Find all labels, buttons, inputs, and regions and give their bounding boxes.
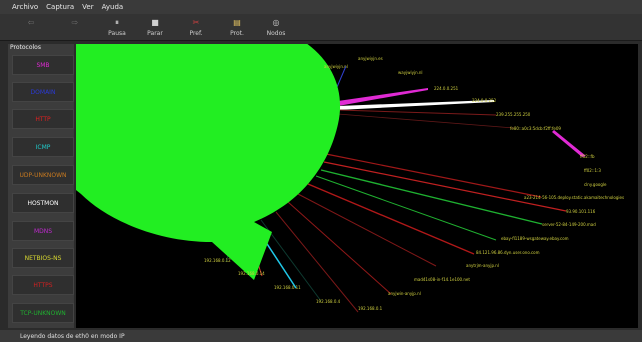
menu-bar: Archivo Captura Ver Ayuda <box>0 0 642 14</box>
node-label: anyjwin-anyjp.nl <box>388 291 421 296</box>
protocols-label: Prot. <box>230 30 244 37</box>
node-label: clny.google <box>584 182 607 187</box>
preferences-label: Pref. <box>189 30 203 37</box>
node-label: 224.0.0.252 <box>472 98 497 103</box>
protocol-item-tcp-unknown[interactable]: TCP-UNKNOWN <box>12 303 74 323</box>
protocol-item-domain[interactable]: DOMAIN <box>12 82 74 102</box>
protocol-item-smb[interactable]: SMB <box>12 55 74 75</box>
node-label: 224.0.0.251 <box>434 86 459 91</box>
protocol-item-udp-unknown[interactable]: UDP-UNKNOWN <box>12 165 74 185</box>
link-line <box>337 109 497 116</box>
node-label: anyjwiyjn.es <box>358 56 383 61</box>
protocol-item-http[interactable]: HTTP <box>12 109 74 129</box>
node-label: 192.168.0.14 <box>238 271 265 276</box>
node-label: 192.168.0.12 <box>204 258 231 263</box>
protocol-item-hostmon[interactable]: HOSTMON <box>12 193 74 213</box>
node-label: wayjwiyjn.nl <box>398 70 423 75</box>
back-button[interactable]: ⇦ <box>12 16 50 39</box>
node-label: 239.255.255.250 <box>496 112 531 117</box>
network-graph[interactable]: anyjwiyjn.es anyjwiyjn.nl wayjwiyjn.nl 2… <box>76 44 638 328</box>
status-bar: Leyendo datos de eth0 en modo IP <box>0 330 642 342</box>
node-label: 192.168.0.11 <box>274 285 301 290</box>
protocols-icon: ▤ <box>233 18 241 27</box>
link-line <box>323 161 567 212</box>
node-label: anyjwiyjn.nl <box>324 64 348 69</box>
menu-captura[interactable]: Captura <box>46 3 74 11</box>
pause-label: Pausa <box>108 30 126 37</box>
preferences-icon: ✂ <box>192 18 200 27</box>
node-label: fe80::a0c3:5dcb:f2ff:fe09 <box>510 126 561 131</box>
node-label: server-52-84-149-200.mad <box>542 222 596 227</box>
back-icon: ⇦ <box>27 18 35 27</box>
node-label: 93.90.101.116 <box>566 209 596 214</box>
nodes-button[interactable]: ◎ Nodos <box>257 16 295 39</box>
pause-button[interactable]: ⏸ Pausa <box>98 16 136 39</box>
link-wedge-smb <box>552 130 586 157</box>
stop-label: Parar <box>147 30 163 37</box>
menu-ayuda[interactable]: Ayuda <box>102 3 124 11</box>
menu-archivo[interactable]: Archivo <box>12 3 38 11</box>
protocols-button[interactable]: ▤ Prot. <box>218 16 256 39</box>
pause-icon: ⏸ <box>115 18 119 27</box>
network-graph-canvas[interactable]: anyjwiyjn.es anyjwiyjn.nl wayjwiyjn.nl 2… <box>76 44 638 328</box>
stop-icon: ■ <box>151 18 159 27</box>
central-host-blob <box>76 44 341 280</box>
link-line <box>275 211 359 313</box>
node-label: mad41s08-in-f14.1e100.net <box>414 277 470 282</box>
protocols-panel: Protocolos SMB DOMAIN HTTP ICMP UDP-UNKN… <box>8 44 74 328</box>
node-label: ff02::1:3 <box>584 168 601 173</box>
node-label: 192.168.0.1 <box>358 306 383 311</box>
protocol-item-netbios-ns[interactable]: NETBIOS-NS <box>12 248 74 268</box>
preferences-button[interactable]: ✂ Pref. <box>177 16 215 39</box>
status-text: Leyendo datos de eth0 en modo IP <box>20 332 125 340</box>
link-line <box>337 113 515 129</box>
nodes-label: Nodos <box>266 30 286 37</box>
node-label: 84.121.96.86.dyn.user.ono.com <box>476 250 540 255</box>
central-host-node[interactable] <box>76 44 341 280</box>
protocol-item-mdns[interactable]: MDNS <box>12 221 74 241</box>
protocols-title: Protocolos <box>10 44 41 51</box>
toolbar: ⇦ ⇨ ⏸ Pausa ■ Parar ✂ Pref. ▤ Prot. ◎ No… <box>0 14 642 41</box>
node-label: anytrjm-anyjp.nl <box>466 263 499 268</box>
node-label: 192.168.0.4 <box>316 299 341 304</box>
node-label: a23-214-56-105.deploy.static.akamaitechn… <box>524 195 624 200</box>
node-label: ff02::fb <box>580 154 595 159</box>
forward-icon: ⇨ <box>71 18 79 27</box>
menu-ver[interactable]: Ver <box>82 3 93 11</box>
link-line <box>320 169 543 225</box>
protocol-item-icmp[interactable]: ICMP <box>12 137 74 157</box>
link-line <box>315 175 497 241</box>
node-label: ebay-fl1189-wsgateway.ebay.com <box>501 236 569 241</box>
nodes-icon: ◎ <box>272 18 280 27</box>
forward-button[interactable]: ⇨ <box>56 16 94 39</box>
link-line <box>307 183 475 255</box>
protocol-item-https[interactable]: HTTPS <box>12 275 74 295</box>
stop-button[interactable]: ■ Parar <box>136 16 174 39</box>
